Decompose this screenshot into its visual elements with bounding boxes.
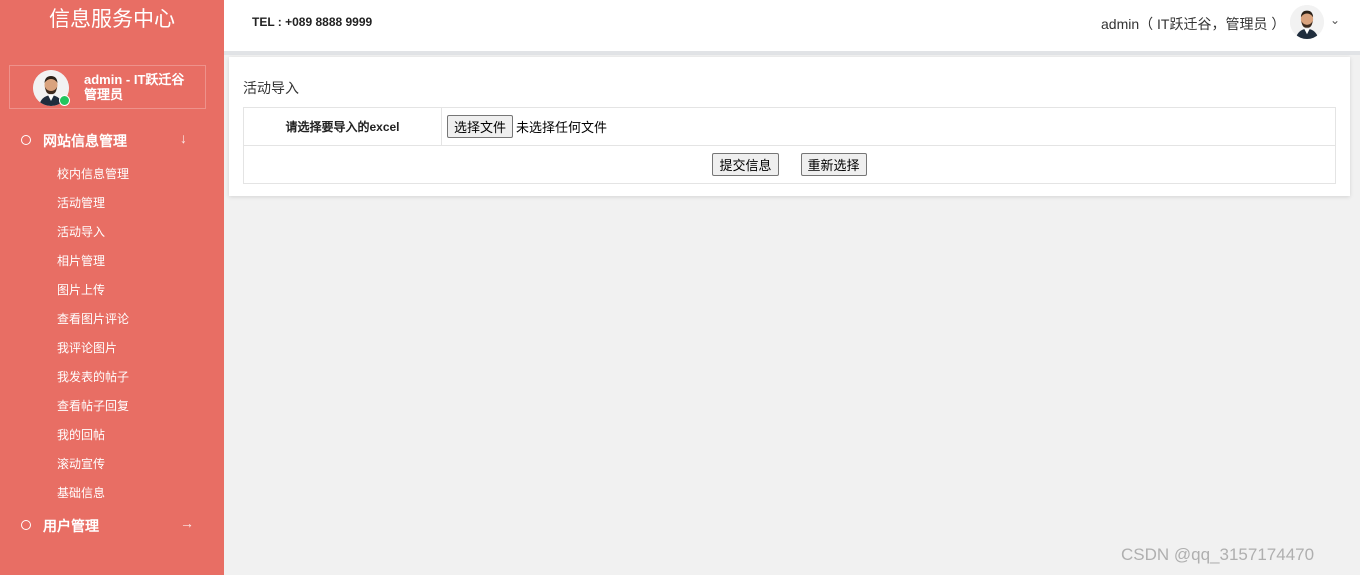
sidebar-item-scroll-promo[interactable]: 滚动宣传 — [57, 455, 105, 472]
circle-icon — [21, 135, 31, 145]
sidebar-item-my-replies[interactable]: 我的回帖 — [57, 426, 105, 443]
sidebar-user-role: 管理员 — [84, 87, 124, 102]
sidebar-item-activity-manage[interactable]: 活动管理 — [57, 194, 105, 211]
choose-file-button[interactable]: 选择文件 — [447, 115, 514, 138]
sidebar-item-my-image-comments[interactable]: 我评论图片 — [57, 339, 117, 356]
avatar — [1290, 5, 1324, 39]
sidebar-user-card[interactable]: admin - IT跃迁谷 管理员 — [9, 65, 206, 109]
import-panel: 活动导入 请选择要导入的excel 选择文件 未选择任何文件 提交信息 重新选择 — [229, 57, 1350, 196]
page-title: 活动导入 — [243, 80, 299, 96]
header-user-label[interactable]: admin（ IT跃迁谷，管理员 ） — [1101, 14, 1285, 34]
brand-title: 信息服务中心 — [49, 8, 175, 31]
online-status-dot — [59, 95, 70, 106]
menu-group-user-manage[interactable]: 用户管理 → — [0, 511, 224, 539]
sidebar-item-activity-import[interactable]: 活动导入 — [57, 223, 105, 240]
submit-button[interactable]: 提交信息 — [712, 153, 779, 176]
file-input-cell: 选择文件 未选择任何文件 — [441, 107, 1336, 146]
file-status-text: 未选择任何文件 — [516, 120, 608, 135]
actions-cell: 提交信息 重新选择 — [243, 145, 1336, 184]
watermark: CSDN @qq_3157174470 — [1121, 545, 1315, 564]
circle-icon — [21, 520, 31, 530]
excel-label: 请选择要导入的excel — [243, 107, 442, 146]
sidebar-user-text: admin - IT跃迁谷 管理员 — [84, 72, 184, 102]
sidebar-user-name: admin - IT跃迁谷 — [84, 72, 185, 87]
sidebar-item-photo-manage[interactable]: 相片管理 — [57, 252, 105, 269]
sidebar-item-view-image-comments[interactable]: 查看图片评论 — [57, 310, 129, 327]
menu-group-label: 用户管理 — [43, 518, 99, 534]
arrow-right-icon: → — [180, 515, 194, 531]
sidebar-item-image-upload[interactable]: 图片上传 — [57, 281, 105, 298]
header-avatar[interactable] — [1290, 5, 1324, 39]
avatar-wrap — [33, 70, 70, 106]
sidebar-item-my-posts[interactable]: 我发表的帖子 — [57, 368, 129, 385]
sidebar-item-campus-info[interactable]: 校内信息管理 — [57, 165, 129, 182]
tel-text: TEL : +089 8888 9999 — [252, 15, 373, 29]
menu-group-label: 网站信息管理 — [43, 133, 127, 149]
top-header: TEL : +089 8888 9999 admin（ IT跃迁谷，管理员 ） … — [224, 0, 1360, 55]
sidebar-item-basic-info[interactable]: 基础信息 — [57, 484, 105, 501]
table-row: 提交信息 重新选择 — [243, 145, 1336, 184]
sidebar-item-view-post-replies[interactable]: 查看帖子回复 — [57, 397, 129, 414]
arrow-down-icon: ↓ — [180, 130, 187, 146]
sidebar: 信息服务中心 admin - IT跃迁谷 管理员 网站信息管理 ↓ 校内信息管理… — [0, 0, 224, 575]
chevron-down-icon[interactable]: ⌄ — [1330, 13, 1340, 27]
reset-button[interactable]: 重新选择 — [800, 153, 867, 176]
import-form: 请选择要导入的excel 选择文件 未选择任何文件 提交信息 重新选择 — [243, 107, 1336, 184]
menu-group-site-info[interactable]: 网站信息管理 ↓ — [0, 126, 224, 154]
table-row: 请选择要导入的excel 选择文件 未选择任何文件 — [243, 107, 1336, 146]
